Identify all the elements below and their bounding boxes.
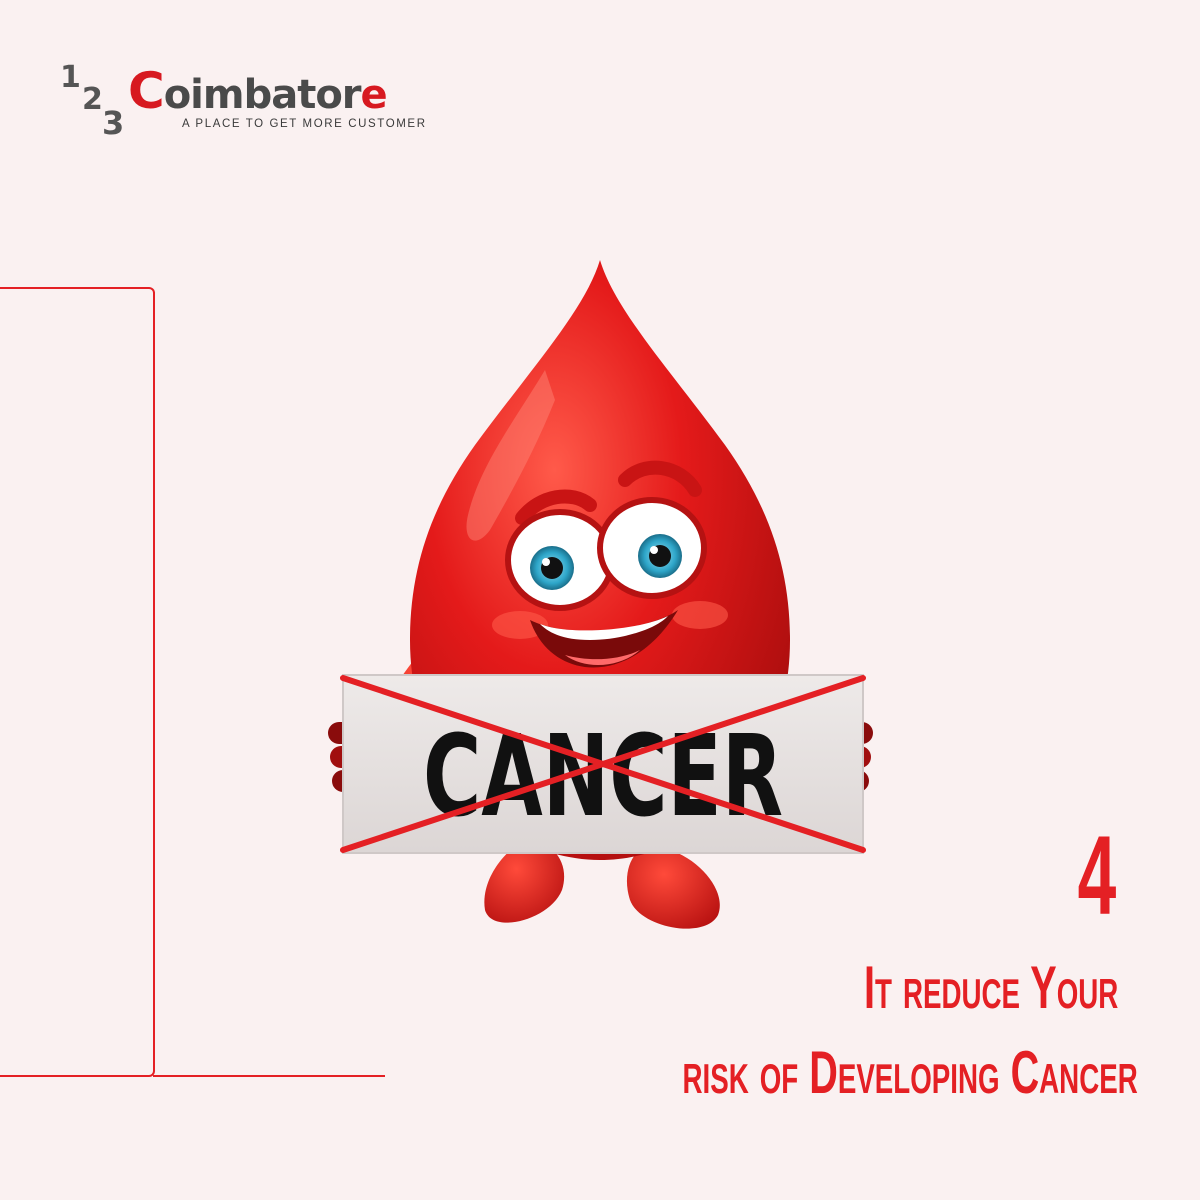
decorative-bracket-tail <box>153 1075 385 1077</box>
right-foot <box>626 845 720 929</box>
logo-letter-c: C <box>128 62 165 120</box>
fact-headline-line-2: risk of Developing Cancer <box>682 1039 1138 1106</box>
fact-number: 4 <box>1077 813 1116 938</box>
logo-tagline: A PLACE TO GET MORE CUSTOMER <box>182 118 427 130</box>
fact-headline-line-1: It reduce Your <box>863 954 1118 1021</box>
logo-digit-2: 2 <box>82 82 103 117</box>
logo-wordmark: Coimbatore <box>128 62 388 120</box>
brand-logo: 1 2 3 Coimbatore A PLACE TO GET MORE CUS… <box>58 58 448 148</box>
sign-text: CANCER <box>423 712 783 842</box>
logo-digit-1: 1 <box>60 60 81 95</box>
logo-digit-3: 3 <box>102 104 125 142</box>
blood-drop-mascot-icon: CANCER <box>328 260 873 929</box>
decorative-bracket-line <box>0 287 155 1077</box>
logo-word-body: oimbator <box>163 72 362 118</box>
logo-digits: 1 2 3 <box>58 58 128 142</box>
logo-letter-e: e <box>360 72 388 118</box>
